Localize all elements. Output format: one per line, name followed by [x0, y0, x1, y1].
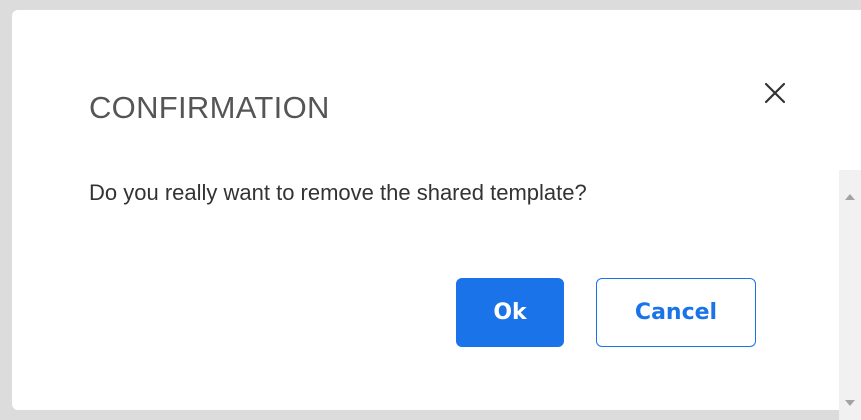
- scrollbar[interactable]: [839, 170, 861, 420]
- dialog-message: Do you really want to remove the shared …: [89, 180, 587, 205]
- scroll-up-arrow-icon[interactable]: [845, 194, 855, 200]
- close-button[interactable]: [760, 78, 790, 108]
- ok-button[interactable]: Ok: [456, 278, 564, 347]
- dialog-title: CONFIRMATION: [89, 90, 330, 125]
- scroll-down-arrow-icon[interactable]: [845, 400, 855, 406]
- close-icon: [764, 82, 786, 104]
- confirmation-dialog: CONFIRMATION Do you really want to remov…: [12, 10, 861, 420]
- cancel-button[interactable]: Cancel: [596, 278, 756, 347]
